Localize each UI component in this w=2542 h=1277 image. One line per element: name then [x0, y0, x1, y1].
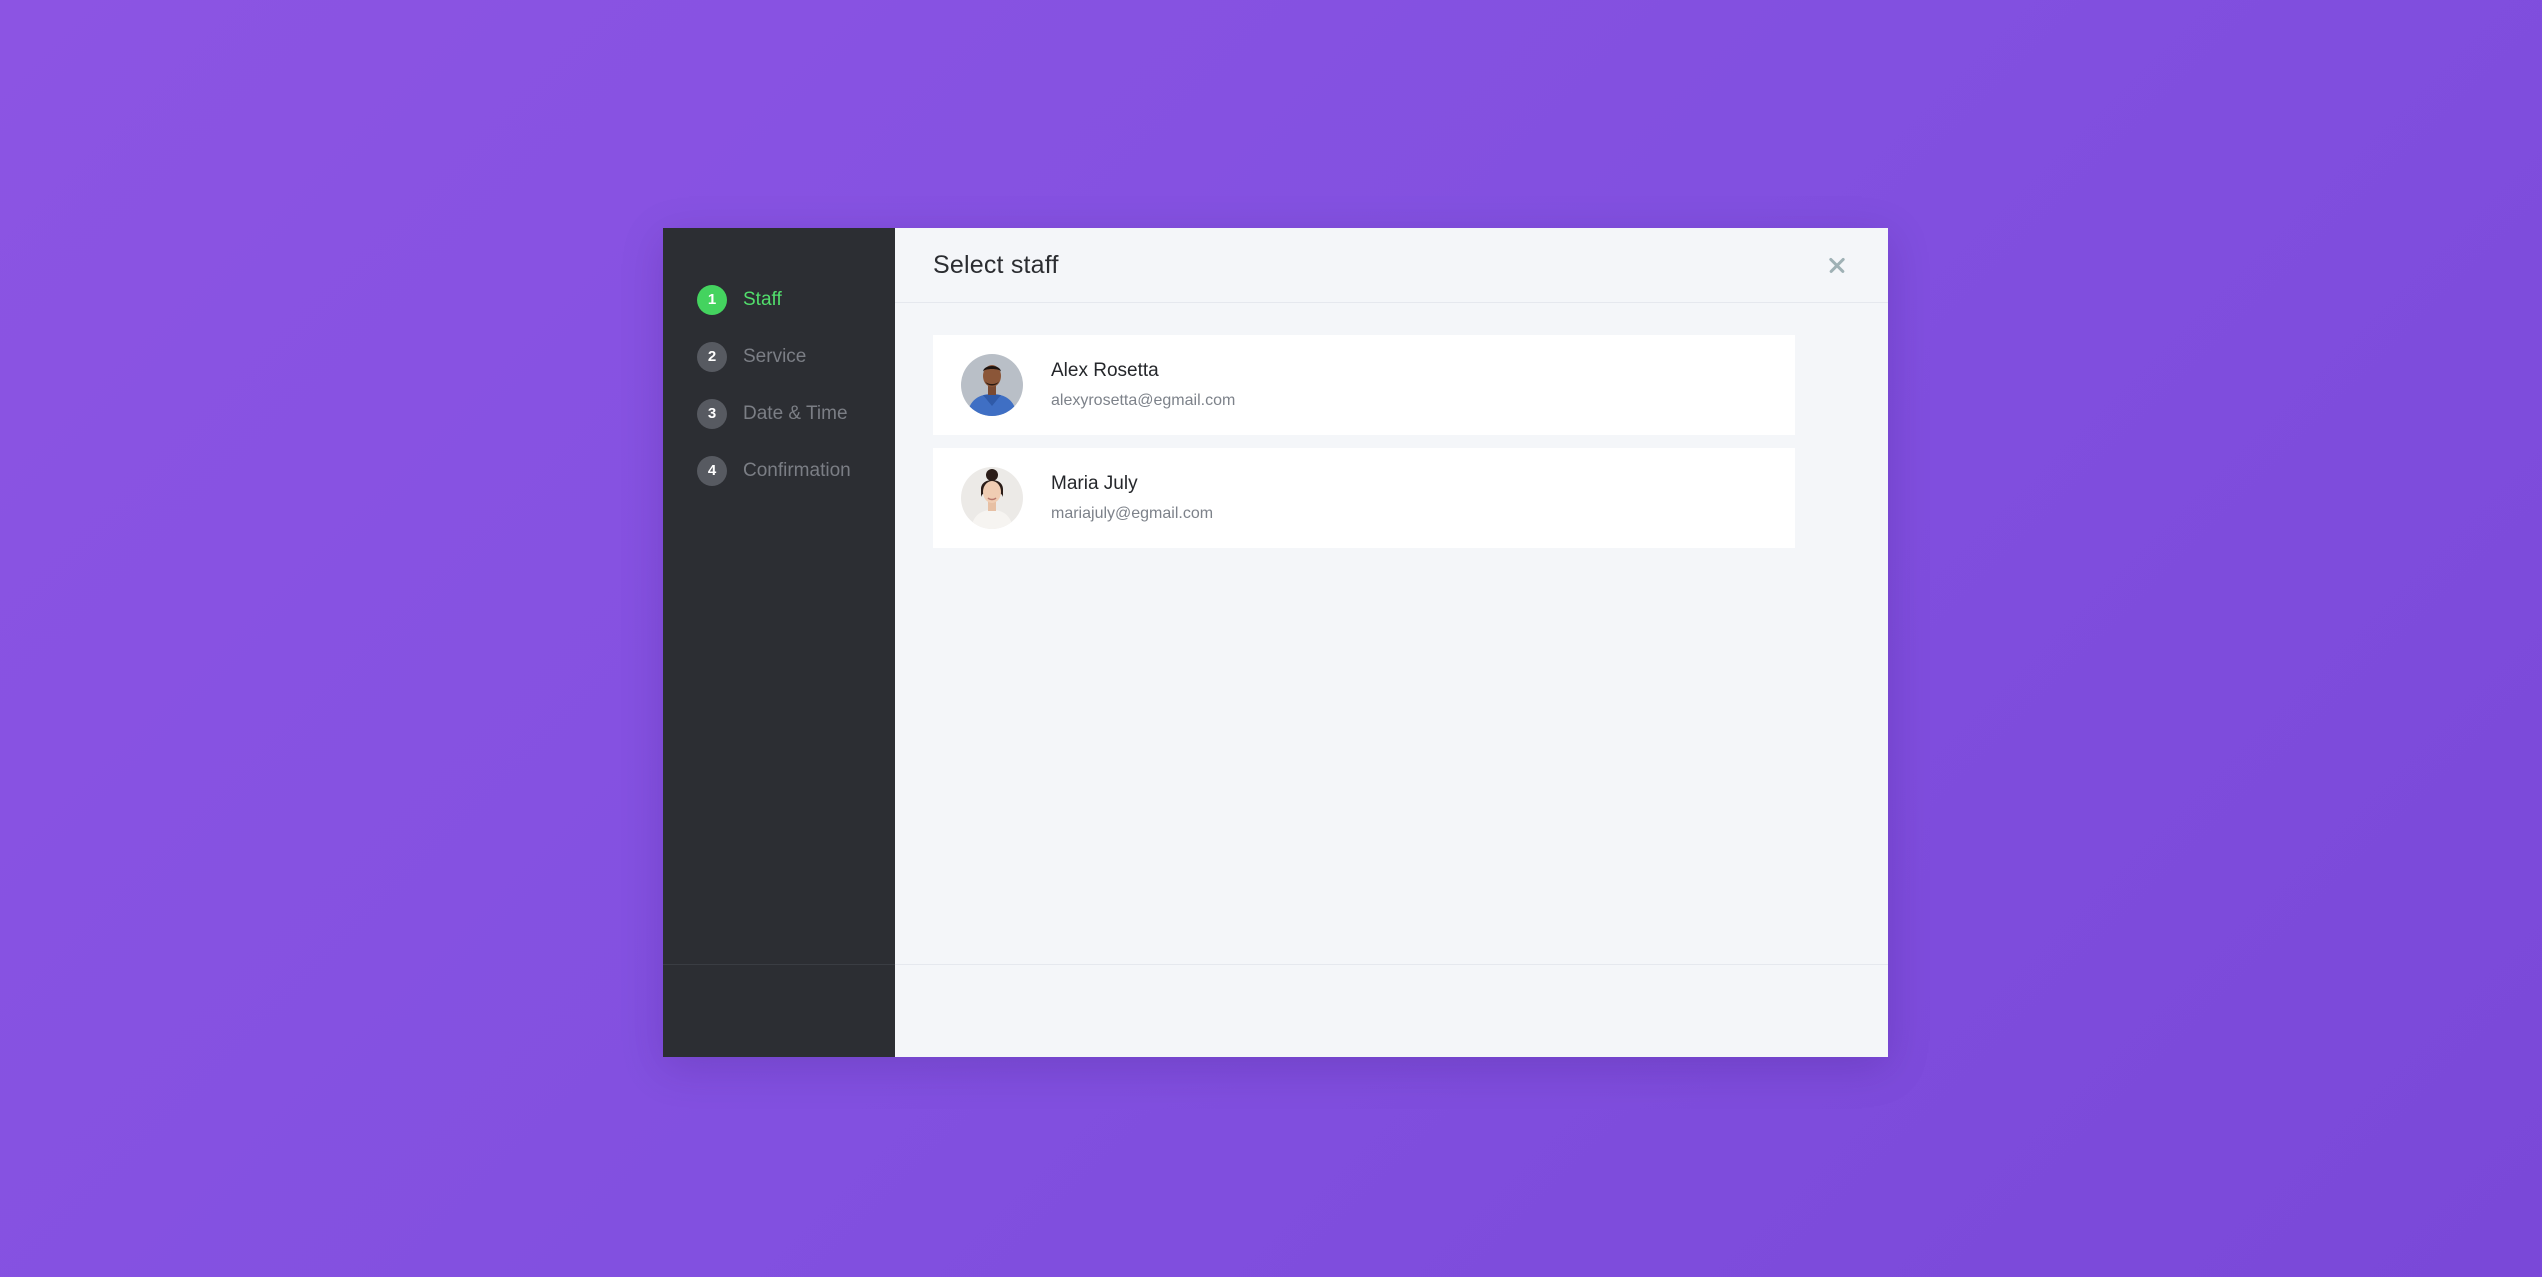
staff-list: Alex Rosetta alexyrosetta@egmail.com Mar… — [895, 303, 1888, 548]
step-number: 3 — [697, 398, 727, 429]
step-date-time[interactable]: 3 Date & Time — [663, 385, 895, 442]
close-icon[interactable] — [1822, 250, 1852, 280]
staff-email: alexyrosetta@egmail.com — [1051, 392, 1236, 409]
staff-info: Alex Rosetta alexyrosetta@egmail.com — [1051, 360, 1235, 410]
avatar — [961, 354, 1023, 416]
steps-list: 1 Staff 2 Service 3 Date & Time 4 Confir… — [663, 228, 895, 499]
steps-sidebar: 1 Staff 2 Service 3 Date & Time 4 Confir… — [663, 228, 895, 1057]
step-number: 2 — [697, 341, 727, 372]
step-number: 1 — [697, 284, 727, 315]
step-staff[interactable]: 1 Staff — [663, 271, 895, 328]
page-title: Select staff — [933, 250, 1059, 279]
staff-info: Maria July mariajuly@egmail.com — [1051, 473, 1213, 523]
avatar — [961, 467, 1023, 529]
staff-email: mariajuly@egmail.com — [1051, 505, 1214, 522]
staff-card-alex-rosetta[interactable]: Alex Rosetta alexyrosetta@egmail.com — [933, 335, 1795, 435]
staff-card-maria-july[interactable]: Maria July mariajuly@egmail.com — [933, 448, 1795, 548]
content-footer — [895, 964, 1888, 1057]
step-label: Date & Time — [743, 402, 848, 424]
step-number: 4 — [697, 455, 727, 486]
staff-name: Alex Rosetta — [1051, 360, 1159, 381]
step-confirmation[interactable]: 4 Confirmation — [663, 442, 895, 499]
staff-name: Maria July — [1051, 473, 1138, 494]
step-label: Staff — [743, 288, 782, 310]
sidebar-footer — [663, 964, 895, 1057]
content-panel: Select staff Alex Rosetta alexyrosetta@e… — [895, 228, 1888, 1057]
content-header: Select staff — [895, 228, 1888, 303]
step-label: Confirmation — [743, 459, 851, 481]
booking-modal: 1 Staff 2 Service 3 Date & Time 4 Confir… — [663, 228, 1888, 1057]
step-service[interactable]: 2 Service — [663, 328, 895, 385]
step-label: Service — [743, 345, 807, 367]
